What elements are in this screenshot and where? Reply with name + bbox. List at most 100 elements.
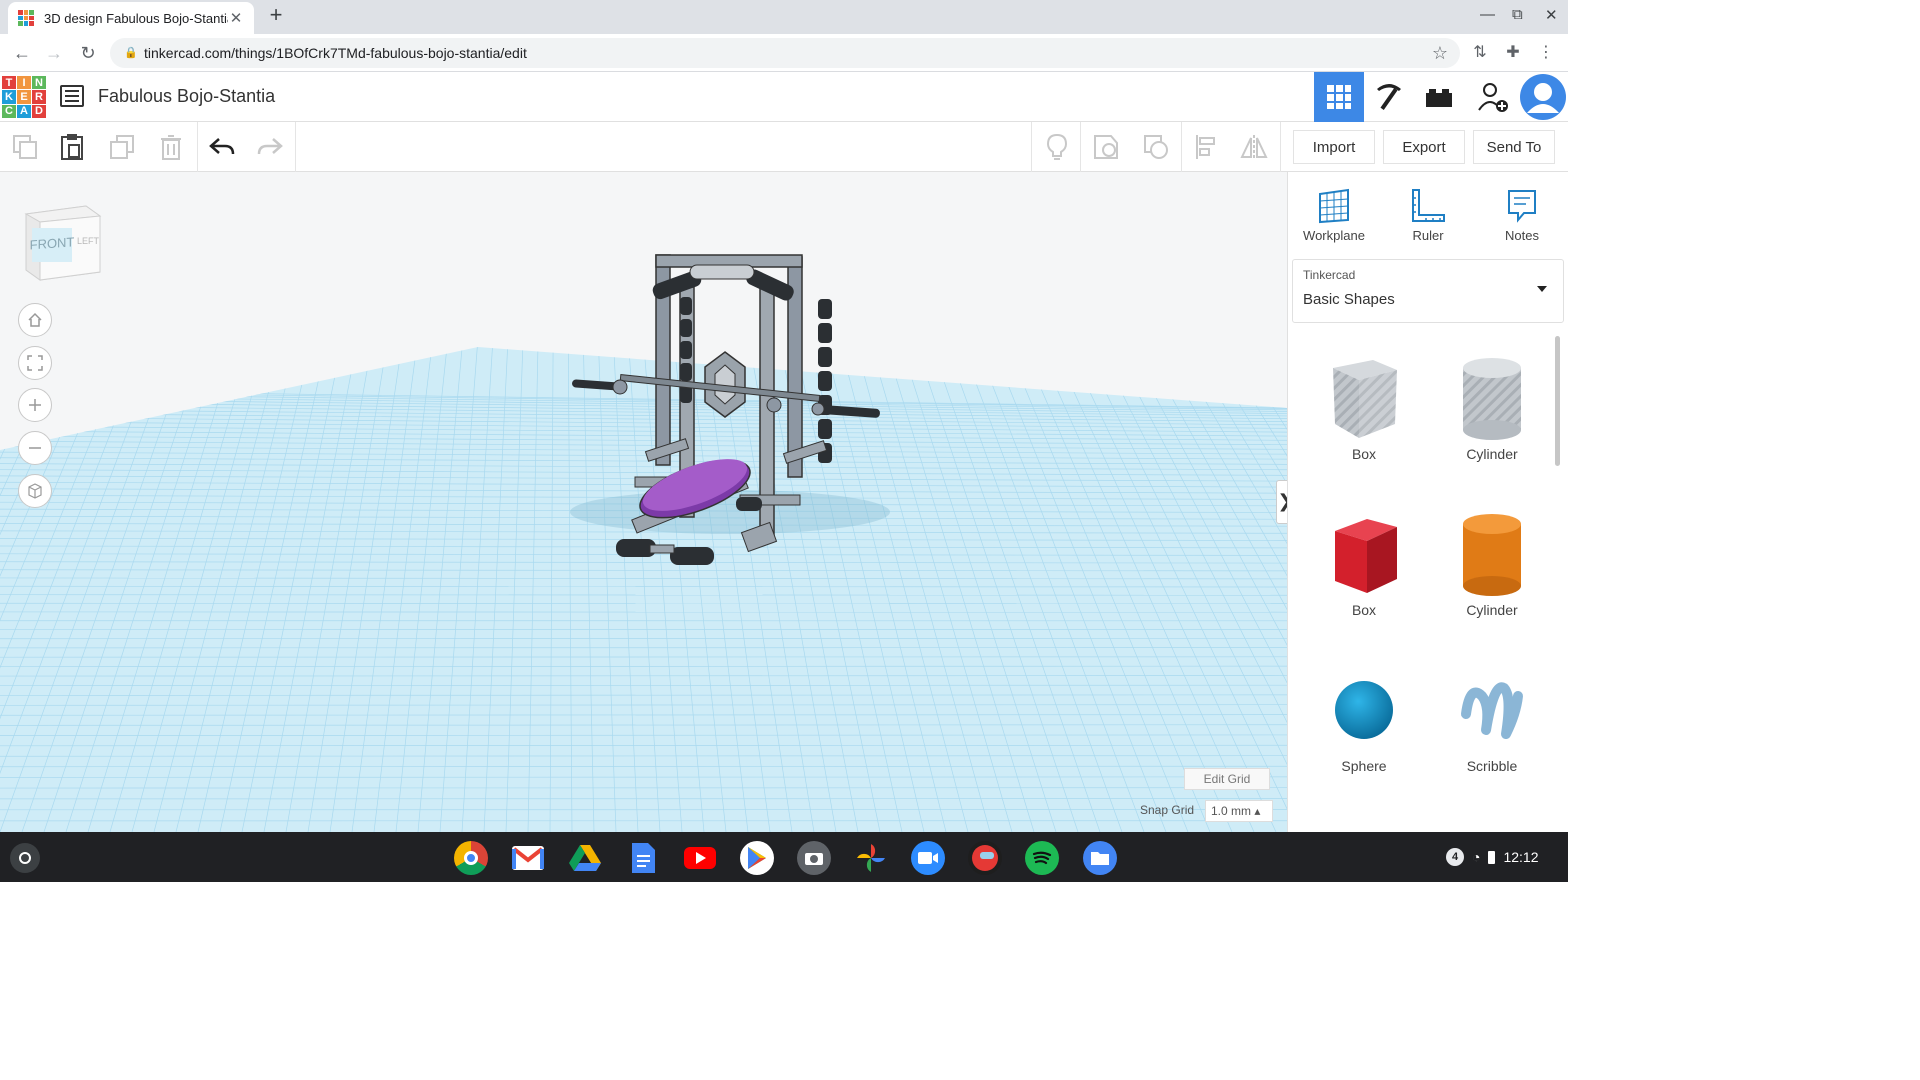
minimize-button[interactable]: —	[1480, 6, 1495, 23]
os-taskbar: 4 ◔ 12:12	[0, 832, 1568, 882]
tinkercad-favicon	[18, 10, 34, 26]
puzzle-extensions-icon[interactable]: ✚	[1501, 42, 1525, 62]
shape-sphere[interactable]: Sphere	[1314, 662, 1414, 774]
scribble-icon	[1442, 662, 1542, 758]
gmail-app-icon[interactable]	[511, 841, 545, 875]
dropdown-caret-icon	[1537, 286, 1547, 292]
design-title[interactable]: Fabulous Bojo-Stantia	[98, 86, 275, 107]
edit-grid-button[interactable]: Edit Grid	[1184, 768, 1270, 790]
battery-icon	[1488, 850, 1496, 864]
window-close-button[interactable]: ✕	[1545, 6, 1558, 24]
new-tab-button[interactable]: +	[264, 4, 288, 28]
shape-scribble[interactable]: Scribble	[1442, 662, 1542, 774]
notes-tool[interactable]: Notes	[1482, 184, 1562, 243]
reload-icon[interactable]: ↻	[76, 42, 100, 66]
snap-grid-select[interactable]: 1.0 mm ▴	[1205, 800, 1273, 822]
restore-button[interactable]: ⧉	[1512, 6, 1523, 23]
launcher-icon[interactable]	[10, 843, 40, 873]
profile-avatar[interactable]	[1518, 72, 1568, 122]
shape-box-striped[interactable]: Box	[1314, 350, 1414, 462]
shape-cylinder-orange[interactable]: Cylinder	[1442, 506, 1542, 618]
undo-icon[interactable]	[207, 132, 237, 162]
notes-label: Notes	[1505, 228, 1539, 243]
tinkercad-logo[interactable]: T I N K E R C A D	[2, 76, 46, 118]
among-us-app-icon[interactable]	[968, 841, 1002, 875]
shape-label: Sphere	[1341, 758, 1387, 774]
shape-label: Box	[1351, 602, 1377, 618]
3d-viewport[interactable]: FRONT LEFT Edit Grid Snap Grid 1.0 mm ▴ …	[0, 172, 1287, 832]
mirror-icon[interactable]	[1239, 132, 1269, 162]
forward-arrow-icon[interactable]: →	[42, 42, 66, 66]
camera-app-icon[interactable]	[797, 841, 831, 875]
view-cube[interactable]: FRONT LEFT	[22, 202, 102, 282]
zoom-app-icon[interactable]	[911, 841, 945, 875]
toolbar-divider	[1181, 122, 1182, 172]
photos-app-icon[interactable]	[854, 841, 888, 875]
zoom-in-icon[interactable]	[18, 388, 52, 422]
send-to-button[interactable]: Send To	[1473, 130, 1555, 164]
copy-icon[interactable]	[10, 132, 40, 162]
browser-tab[interactable]: 3D design Fabulous Bojo-Stantia ✕	[8, 2, 254, 34]
shape-label: Cylinder	[1466, 602, 1518, 618]
library-name: Basic Shapes	[1303, 291, 1395, 308]
redo-icon[interactable]	[255, 132, 285, 162]
perspective-icon[interactable]	[18, 474, 52, 508]
3d-view-grid-icon[interactable]	[1314, 72, 1364, 122]
drive-app-icon[interactable]	[568, 841, 602, 875]
panel-scrollbar[interactable]	[1555, 336, 1560, 466]
box-red-icon	[1314, 506, 1414, 602]
align-icon[interactable]	[1191, 132, 1221, 162]
notification-count-badge: 4	[1446, 848, 1464, 866]
export-button[interactable]: Export	[1383, 130, 1465, 164]
bricks-icon[interactable]	[1414, 72, 1464, 122]
cylinder-orange-icon	[1442, 506, 1542, 602]
tab-close-icon[interactable]: ✕	[228, 9, 244, 27]
ruler-icon	[1388, 184, 1468, 228]
toolbar-divider	[1280, 122, 1281, 172]
chrome-app-icon[interactable]	[454, 841, 488, 875]
ruler-label: Ruler	[1412, 228, 1444, 243]
toolbar-divider	[197, 122, 198, 172]
design-list-icon[interactable]	[60, 85, 84, 107]
duplicate-icon[interactable]	[107, 132, 137, 162]
3d-model-gym-rack[interactable]	[560, 247, 900, 577]
shape-label: Scribble	[1466, 758, 1518, 774]
panel-collapse-chevron-icon[interactable]: ❯	[1276, 480, 1287, 524]
group-icon[interactable]	[1091, 132, 1121, 162]
ruler-tool[interactable]: Ruler	[1388, 184, 1468, 243]
files-app-icon[interactable]	[1083, 841, 1117, 875]
tab-title: 3D design Fabulous Bojo-Stantia	[44, 10, 228, 26]
cylinder-striped-icon	[1442, 350, 1542, 446]
lightbulb-icon[interactable]	[1042, 132, 1072, 162]
pickaxe-icon[interactable]	[1364, 72, 1414, 122]
toolbar-divider	[1080, 122, 1081, 172]
shapes-panel: Workplane Ruler Notes Tinkercad Basic Sh…	[1287, 172, 1568, 832]
shape-cylinder-striped[interactable]: Cylinder	[1442, 350, 1542, 462]
box-striped-icon	[1314, 350, 1414, 446]
workplane-tool[interactable]: Workplane	[1294, 184, 1374, 243]
address-bar[interactable]: 🔒 tinkercad.com/things/1BOfCrk7TMd-fabul…	[110, 38, 1460, 68]
shape-library-dropdown[interactable]: Tinkercad Basic Shapes	[1292, 259, 1564, 323]
snap-grid-label: Snap Grid	[1140, 803, 1195, 817]
workplane-icon	[1294, 184, 1374, 228]
youtube-app-icon[interactable]	[683, 841, 717, 875]
paste-icon[interactable]	[57, 132, 87, 162]
spotify-app-icon[interactable]	[1025, 841, 1059, 875]
fit-view-icon[interactable]	[18, 346, 52, 380]
extension-icon[interactable]: ⇅	[1468, 42, 1492, 62]
shape-box-red[interactable]: Box	[1314, 506, 1414, 618]
play-store-app-icon[interactable]	[740, 841, 774, 875]
ungroup-icon[interactable]	[1141, 132, 1171, 162]
zoom-out-icon[interactable]	[18, 431, 52, 465]
bookmark-star-icon[interactable]: ☆	[1432, 38, 1448, 68]
viewcube-side-label: LEFT	[77, 236, 100, 246]
back-arrow-icon[interactable]: ←	[10, 42, 34, 66]
home-view-icon[interactable]	[18, 303, 52, 337]
add-user-icon[interactable]	[1468, 72, 1518, 122]
docs-app-icon[interactable]	[626, 841, 660, 875]
tinkercad-header: T I N K E R C A D Fabulous Bojo-Stantia	[0, 72, 1568, 122]
import-button[interactable]: Import	[1293, 130, 1375, 164]
system-tray[interactable]: 4 ◔ 12:12	[1436, 843, 1562, 871]
delete-icon[interactable]	[156, 132, 186, 162]
browser-menu-icon[interactable]: ⋮	[1534, 42, 1558, 62]
